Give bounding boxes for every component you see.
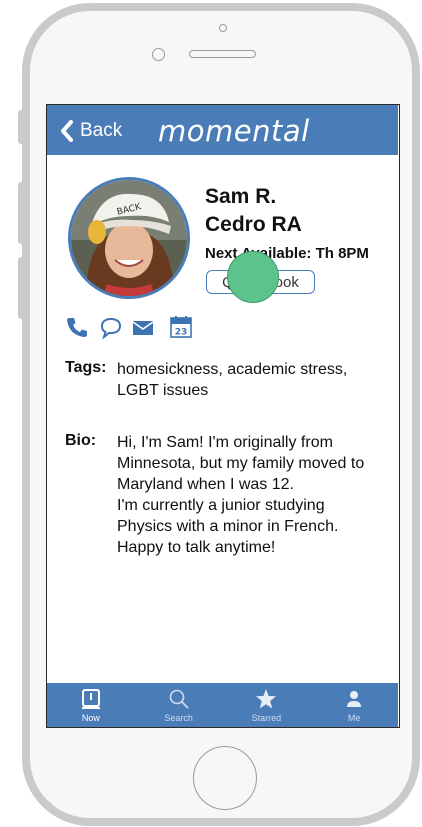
now-icon [81, 689, 100, 709]
touch-indicator [227, 251, 279, 303]
person-icon [347, 691, 362, 707]
bio-line: Physics with a minor in French. [117, 518, 339, 535]
envelope-icon[interactable] [131, 315, 155, 339]
proximity-sensor [152, 48, 165, 61]
earpiece-speaker [189, 50, 256, 58]
chevron-left-icon [61, 120, 73, 142]
avatar: BACK [68, 177, 190, 299]
mute-switch [18, 110, 25, 144]
tab-me[interactable]: Me [310, 683, 398, 727]
calendar-icon[interactable]: 23 [169, 315, 193, 339]
tab-label: Now [81, 713, 100, 723]
camera [219, 24, 227, 32]
back-button[interactable]: Back [60, 119, 122, 143]
phone-icon[interactable] [65, 315, 89, 339]
phone-screen: Back momental BACK Sam R. Cedro RA Next … [46, 104, 400, 728]
bio-label: Bio: [65, 432, 97, 449]
svg-text:23: 23 [175, 328, 188, 338]
bio-line: Hi, I'm Sam! I'm originally from [117, 434, 333, 451]
tab-now[interactable]: Now [47, 683, 135, 727]
tab-bar: Now Search Starred Me [47, 683, 398, 727]
app-title: momental [158, 114, 310, 148]
profile-name: Sam R. [205, 185, 277, 208]
home-button[interactable] [193, 746, 257, 810]
tags-label: Tags: [65, 359, 107, 376]
app-header: Back momental [47, 105, 398, 155]
tags-line: homesickness, academic stress, [117, 361, 348, 378]
tags-value: homesickness, academic stress, LGBT issu… [117, 359, 392, 401]
bio-line: Maryland when I was 12. [117, 476, 294, 493]
back-label: Back [80, 120, 123, 141]
star-icon [256, 689, 277, 709]
tab-label: Starred [251, 713, 282, 723]
tab-label: Search [164, 713, 193, 723]
tab-label: Me [347, 713, 361, 723]
bio-line: Minnesota, but my family moved to [117, 455, 365, 472]
bio-line: I'm currently a junior studying [117, 497, 325, 514]
search-icon [169, 689, 189, 709]
bio-line: Happy to talk anytime! [117, 539, 276, 556]
tab-search[interactable]: Search [135, 683, 223, 727]
tags-line: LGBT issues [117, 382, 209, 399]
tab-starred[interactable]: Starred [223, 683, 311, 727]
next-available: Next Available: Th 8PM [205, 245, 369, 262]
chat-bubble-icon[interactable] [99, 315, 123, 340]
bio-text: Hi, I'm Sam! I'm originally from Minneso… [117, 432, 395, 558]
volume-up-button [18, 182, 25, 244]
volume-down-button [18, 257, 25, 319]
profile-role: Cedro RA [205, 213, 302, 236]
